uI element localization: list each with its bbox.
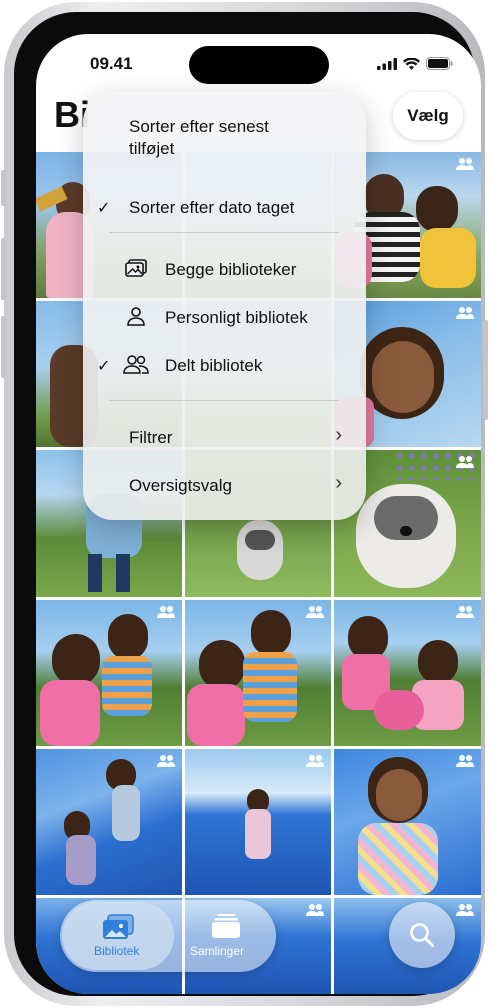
search-button[interactable] <box>389 902 455 968</box>
shared-people-icon <box>456 606 474 618</box>
menu-item-label: Begge biblioteker <box>165 260 297 279</box>
tab-collections[interactable]: Samlinger <box>176 902 274 970</box>
photo-tile[interactable] <box>36 600 182 746</box>
menu-divider <box>109 232 339 233</box>
shared-people-icon <box>123 355 149 374</box>
shared-people-icon <box>456 456 474 468</box>
shared-people-icon <box>456 904 474 916</box>
collections-icon <box>212 914 240 938</box>
menu-divider <box>109 400 339 401</box>
checkmark-icon: ✓ <box>97 200 111 217</box>
volume-down-button <box>1 316 6 378</box>
menu-item-label: Delt bibliotek <box>165 356 263 375</box>
tab-library[interactable]: Bibliotek <box>62 902 174 970</box>
tab-bar: Bibliotek Samlinger <box>60 900 276 972</box>
photo-tile[interactable] <box>36 749 182 895</box>
menu-item-sort-recent[interactable]: Sorter efter senest tilføjet <box>83 114 366 162</box>
cellular-signal-icon <box>377 57 397 70</box>
battery-icon <box>426 57 453 70</box>
checkmark-icon: ✓ <box>97 358 111 375</box>
status-icons <box>377 57 453 70</box>
menu-item-view-options[interactable]: Oversigtsvalg › <box>83 472 366 498</box>
tab-library-label: Bibliotek <box>94 944 140 958</box>
volume-up-button <box>1 238 6 300</box>
menu-item-personal-library[interactable]: Personligt bibliotek <box>83 304 366 330</box>
sort-filter-menu: Sorter efter senest tilføjet ✓ Sorter ef… <box>83 92 366 520</box>
shared-people-icon <box>456 307 474 319</box>
menu-item-both-libraries[interactable]: Begge biblioteker <box>83 256 366 282</box>
tab-collections-label: Samlinger <box>190 944 245 958</box>
shared-people-icon <box>306 904 324 916</box>
person-icon <box>127 307 145 326</box>
search-icon <box>410 923 434 947</box>
photo-tile[interactable] <box>185 749 331 895</box>
menu-item-shared-library[interactable]: ✓ Delt bibliotek <box>83 352 366 378</box>
menu-item-label: Oversigtsvalg <box>129 476 232 495</box>
power-button <box>483 320 488 420</box>
photo-tile[interactable] <box>334 749 481 895</box>
photo-tile[interactable] <box>185 600 331 746</box>
screen: 09.41 Bi Vælg Sorter efter senest tilføj… <box>36 34 481 994</box>
shared-people-icon <box>157 606 175 618</box>
menu-item-sort-date[interactable]: ✓ Sorter efter dato taget <box>83 196 366 222</box>
photo-library-icon <box>103 914 134 939</box>
action-button <box>1 170 6 206</box>
menu-item-label: Sorter efter senest tilføjet <box>129 117 269 158</box>
photo-library-icon <box>125 259 147 277</box>
chevron-right-icon: › <box>335 472 342 494</box>
menu-item-label: Sorter efter dato taget <box>129 198 295 217</box>
photo-tile[interactable] <box>334 600 481 746</box>
shared-people-icon <box>456 158 474 170</box>
dynamic-island <box>189 46 329 84</box>
chevron-right-icon: › <box>335 424 342 446</box>
menu-item-filter[interactable]: Filtrer › <box>83 424 366 450</box>
shared-people-icon <box>306 755 324 767</box>
phone-bezel: 09.41 Bi Vælg Sorter efter senest tilføj… <box>14 12 481 996</box>
phone-frame: 09.41 Bi Vælg Sorter efter senest tilføj… <box>1 2 488 1006</box>
shared-people-icon <box>456 755 474 767</box>
menu-item-label: Personligt bibliotek <box>165 308 308 327</box>
wifi-icon <box>403 57 420 70</box>
select-button[interactable]: Vælg <box>393 92 463 140</box>
shared-people-icon <box>306 606 324 618</box>
status-time: 09.41 <box>90 54 133 73</box>
menu-item-label: Filtrer <box>129 428 173 447</box>
shared-people-icon <box>157 755 175 767</box>
